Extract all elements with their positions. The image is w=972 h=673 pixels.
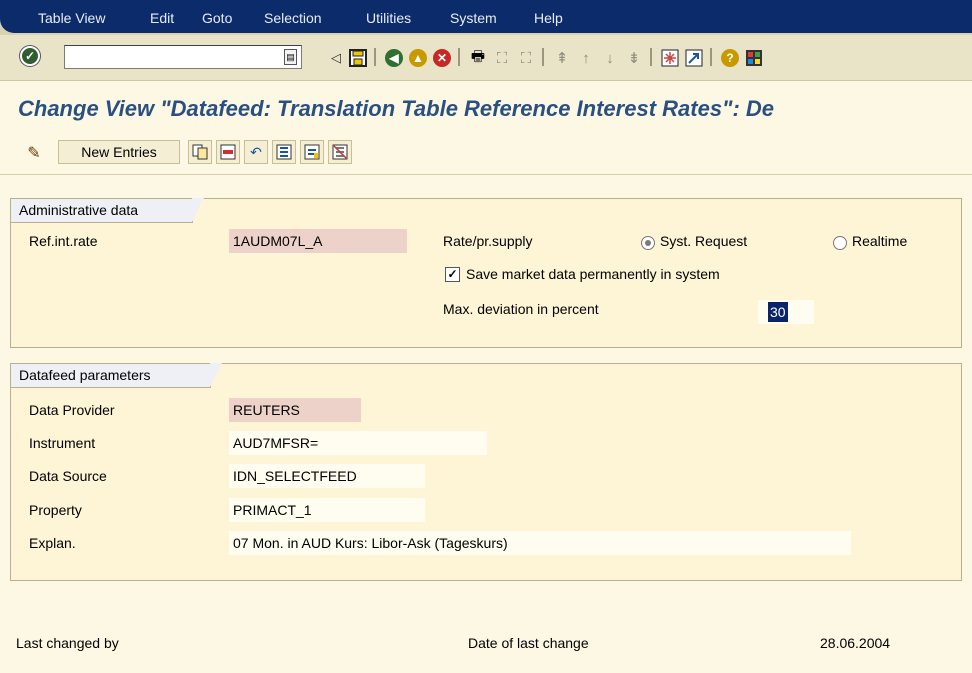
data-source-label: Data Source [29,468,107,484]
deselect-all-icon[interactable] [328,140,352,164]
ref-int-rate-label: Ref.int.rate [29,233,98,249]
date-of-last-change-value: 28.06.2004 [820,635,891,651]
syst-request-label[interactable]: Syst. Request [660,233,747,249]
standard-toolbar: ✓ ▤ ◁ ◀ ▲ ✕ 🖶 ⛶ ⛶ ⇞ ↑ ↓ ⇟ ? [0,35,972,81]
first-page-icon[interactable]: ⇞ [552,48,572,68]
new-entries-button[interactable]: New Entries [58,140,180,164]
menu-goto[interactable]: Goto [202,10,232,26]
max-deviation-label: Max. deviation in percent [443,301,599,317]
find-next-icon[interactable]: ⛶ [516,48,536,68]
previous-page-icon[interactable]: ↑ [576,48,596,68]
data-provider-label: Data Provider [29,402,115,418]
undo-icon[interactable]: ↶ [244,140,268,164]
property-label: Property [29,502,82,518]
green-back-icon[interactable]: ◀ [384,48,404,68]
max-deviation-value: 30 [768,302,788,322]
explanation-label: Explan. [29,535,76,551]
menu-selection[interactable]: Selection [264,10,322,26]
menu-edit[interactable]: Edit [150,10,174,26]
separator [374,48,376,66]
delete-icon[interactable] [216,140,240,164]
create-session-icon[interactable] [660,48,680,68]
syst-request-radio[interactable] [641,236,655,250]
data-source-field[interactable]: IDN_SELECTFEED [229,464,425,488]
help-icon[interactable]: ? [720,48,740,68]
back-arrow-icon[interactable]: ◁ [326,48,346,68]
next-page-icon[interactable]: ↓ [600,48,620,68]
last-changed-by-label: Last changed by [16,635,119,651]
print-icon[interactable]: 🖶 [468,48,488,68]
application-toolbar: ✎ New Entries ↶ [0,131,972,175]
select-block-icon[interactable] [300,140,324,164]
exit-icon[interactable]: ▲ [408,48,428,68]
ref-int-rate-field[interactable]: 1AUDM07L_A [229,229,407,253]
page-title: Change View "Datafeed: Translation Table… [18,96,775,121]
separator [542,48,544,66]
menu-table-view[interactable]: Table View [38,10,105,26]
explanation-field[interactable]: 07 Mon. in AUD Kurs: Libor-Ask (Tageskur… [229,531,851,555]
pencil-icon[interactable]: ✎ [22,141,46,165]
command-field[interactable]: ▤ [64,45,302,69]
menu-help[interactable]: Help [534,10,563,26]
data-provider-field[interactable]: REUTERS [229,398,361,422]
copy-icon[interactable] [188,140,212,164]
layout-icon[interactable] [744,48,764,68]
save-market-data-checkbox[interactable]: ✓ [445,267,460,282]
save-icon[interactable] [348,48,368,68]
menu-utilities[interactable]: Utilities [366,10,411,26]
last-page-icon[interactable]: ⇟ [624,48,644,68]
cancel-icon[interactable]: ✕ [432,48,452,68]
select-all-icon[interactable] [272,140,296,164]
save-market-data-label[interactable]: Save market data permanently in system [466,266,720,282]
separator [650,48,652,66]
datafeed-parameters-tab: Datafeed parameters [11,363,222,388]
command-history-icon[interactable]: ▤ [284,49,297,65]
administrative-data-tab: Administrative data [11,198,204,223]
administrative-data-group: Administrative data Ref.int.rate 1AUDM07… [10,198,962,348]
instrument-field[interactable]: AUD7MFSR= [229,431,487,455]
datafeed-parameters-group: Datafeed parameters Data Provider REUTER… [10,363,962,581]
find-icon[interactable]: ⛶ [492,48,512,68]
date-of-last-change-label: Date of last change [468,635,589,651]
menu-bar: Table View Edit Goto Selection Utilities… [0,0,972,35]
instrument-label: Instrument [29,435,96,451]
menu-system[interactable]: System [450,10,497,26]
realtime-label[interactable]: Realtime [852,233,907,249]
separator [710,48,712,66]
max-deviation-field[interactable]: 30 [758,300,814,324]
rate-supply-label: Rate/pr.supply [443,233,533,249]
shortcut-icon[interactable] [684,48,704,68]
separator [458,48,460,66]
realtime-radio[interactable] [833,236,847,250]
enter-icon[interactable]: ✓ [20,46,40,66]
property-field[interactable]: PRIMACT_1 [229,498,425,522]
